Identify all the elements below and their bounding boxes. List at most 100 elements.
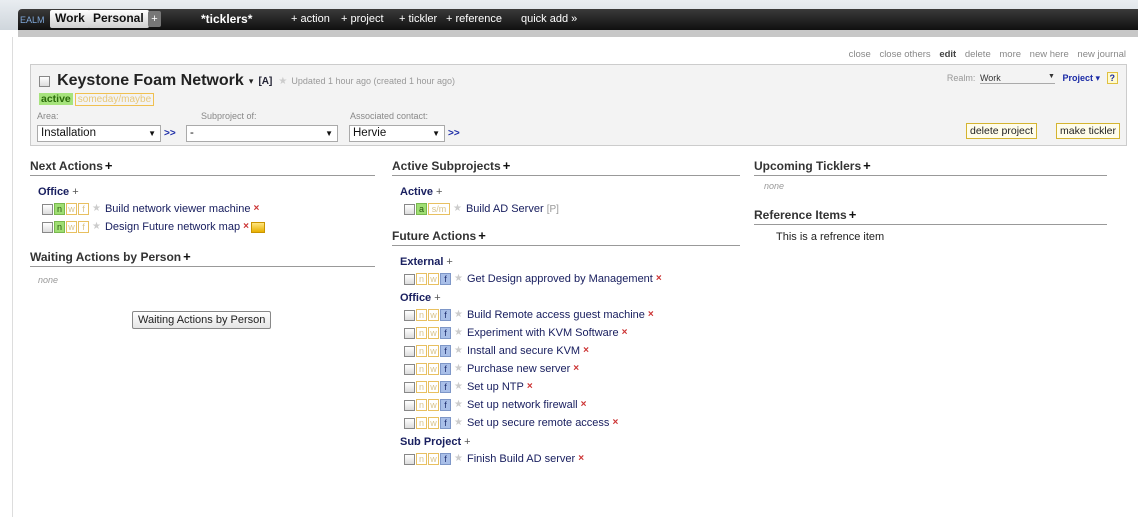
- tag-n[interactable]: n: [54, 203, 65, 216]
- action-link[interactable]: Get Design approved by Management: [467, 273, 653, 285]
- star-icon[interactable]: ★: [454, 453, 463, 464]
- delete-link[interactable]: delete: [965, 49, 991, 60]
- add-action-button[interactable]: +: [72, 186, 78, 198]
- tag-w[interactable]: w: [428, 417, 439, 430]
- tag-f[interactable]: f: [440, 381, 451, 394]
- tag-w[interactable]: w: [66, 221, 77, 234]
- status-active[interactable]: active: [39, 93, 73, 105]
- realm-select[interactable]: Work ▼: [979, 73, 1055, 84]
- area-select[interactable]: Installation ▼: [37, 125, 161, 142]
- action-link[interactable]: Finish Build AD server: [467, 453, 575, 465]
- tag-f[interactable]: f: [440, 345, 451, 358]
- complete-checkbox[interactable]: [404, 345, 415, 357]
- more-link[interactable]: more: [999, 49, 1021, 60]
- action-link[interactable]: Build network viewer machine: [105, 203, 251, 215]
- note-icon[interactable]: [250, 221, 265, 233]
- tag-n[interactable]: n: [416, 273, 427, 286]
- tag-w[interactable]: w: [428, 309, 439, 322]
- project-menu[interactable]: Project ▾: [1062, 73, 1100, 83]
- contact-go-link[interactable]: >>: [448, 128, 460, 139]
- tag-w[interactable]: w: [428, 399, 439, 412]
- add-next-action-button[interactable]: +: [105, 158, 113, 173]
- project-complete-checkbox[interactable]: [39, 75, 50, 87]
- tag-n[interactable]: n: [416, 453, 427, 466]
- ticklers-link[interactable]: *ticklers*: [201, 11, 252, 28]
- add-reference-button[interactable]: +: [849, 207, 857, 222]
- star-icon[interactable]: ★: [453, 203, 462, 214]
- star-icon[interactable]: ★: [454, 309, 463, 320]
- complete-checkbox[interactable]: [404, 327, 415, 339]
- delete-icon[interactable]: ×: [612, 417, 618, 428]
- add-waiting-button[interactable]: +: [183, 249, 191, 264]
- star-icon[interactable]: ★: [454, 381, 463, 392]
- star-icon[interactable]: ★: [454, 399, 463, 410]
- tag-f[interactable]: f: [440, 327, 451, 340]
- close-others-link[interactable]: close others: [879, 49, 930, 60]
- add-action-button[interactable]: +: [446, 256, 452, 268]
- tag-w[interactable]: w: [428, 273, 439, 286]
- delete-icon[interactable]: ×: [583, 345, 589, 356]
- add-tab-button[interactable]: +: [148, 11, 161, 27]
- add-active-button[interactable]: +: [436, 186, 442, 198]
- delete-icon[interactable]: ×: [573, 363, 579, 374]
- complete-checkbox[interactable]: [404, 417, 415, 429]
- make-tickler-button[interactable]: make tickler: [1056, 123, 1121, 139]
- new-journal-link[interactable]: new journal: [1077, 49, 1126, 60]
- add-future-action-button[interactable]: +: [478, 228, 486, 243]
- complete-checkbox[interactable]: [404, 363, 415, 375]
- area-go-link[interactable]: >>: [164, 128, 176, 139]
- tag-a[interactable]: a: [416, 203, 427, 216]
- complete-checkbox[interactable]: [404, 273, 415, 285]
- tag-w[interactable]: w: [428, 363, 439, 376]
- add-tickler-link[interactable]: + tickler: [399, 11, 437, 28]
- tab-personal[interactable]: Personal: [88, 10, 149, 28]
- star-icon[interactable]: ★: [92, 203, 101, 214]
- tag-n[interactable]: n: [54, 221, 65, 234]
- add-subproject-button[interactable]: +: [503, 158, 511, 173]
- quick-add-link[interactable]: quick add »: [521, 11, 577, 28]
- complete-checkbox[interactable]: [404, 381, 415, 393]
- complete-checkbox[interactable]: [42, 203, 53, 215]
- delete-icon[interactable]: ×: [578, 453, 584, 464]
- reference-item[interactable]: This is a refrence item: [776, 231, 1107, 243]
- action-link[interactable]: Install and secure KVM: [467, 345, 580, 357]
- tag-n[interactable]: n: [416, 327, 427, 340]
- delete-icon[interactable]: ×: [581, 399, 587, 410]
- complete-checkbox[interactable]: [404, 399, 415, 411]
- help-button[interactable]: ?: [1106, 72, 1118, 84]
- add-tickler-button[interactable]: +: [863, 158, 871, 173]
- edit-link[interactable]: edit: [939, 49, 956, 60]
- tag-f[interactable]: f: [78, 221, 89, 234]
- tag-n[interactable]: n: [416, 363, 427, 376]
- complete-checkbox[interactable]: [404, 309, 415, 321]
- action-link[interactable]: Set up NTP: [467, 381, 524, 393]
- add-action-button[interactable]: +: [464, 436, 470, 448]
- star-icon[interactable]: ★: [92, 221, 101, 232]
- complete-checkbox[interactable]: [42, 221, 53, 233]
- delete-icon[interactable]: ×: [527, 381, 533, 392]
- action-link[interactable]: Build Remote access guest machine: [467, 309, 645, 321]
- contact-select[interactable]: Hervie ▼: [349, 125, 445, 142]
- delete-icon[interactable]: ×: [656, 273, 662, 284]
- complete-checkbox[interactable]: [404, 453, 415, 465]
- star-icon[interactable]: ★: [454, 363, 463, 374]
- tag-f[interactable]: f: [440, 399, 451, 412]
- complete-checkbox[interactable]: [404, 203, 415, 215]
- tag-w[interactable]: w: [428, 453, 439, 466]
- delete-project-button[interactable]: delete project: [966, 123, 1038, 139]
- delete-icon[interactable]: ×: [648, 309, 654, 320]
- tag-f[interactable]: f: [440, 417, 451, 430]
- waiting-by-person-button[interactable]: Waiting Actions by Person: [132, 311, 272, 329]
- close-link[interactable]: close: [849, 49, 871, 60]
- action-link[interactable]: Design Future network map: [105, 221, 240, 233]
- tag-n[interactable]: n: [416, 381, 427, 394]
- delete-icon[interactable]: ×: [253, 203, 259, 214]
- tag-f[interactable]: f: [440, 273, 451, 286]
- star-icon[interactable]: ★: [454, 327, 463, 338]
- delete-icon[interactable]: ×: [243, 221, 249, 232]
- tag-sm[interactable]: s/m: [428, 203, 450, 216]
- tag-f[interactable]: f: [440, 363, 451, 376]
- tag-f[interactable]: f: [78, 203, 89, 216]
- tag-n[interactable]: n: [416, 309, 427, 322]
- add-action-link[interactable]: + action: [291, 11, 330, 28]
